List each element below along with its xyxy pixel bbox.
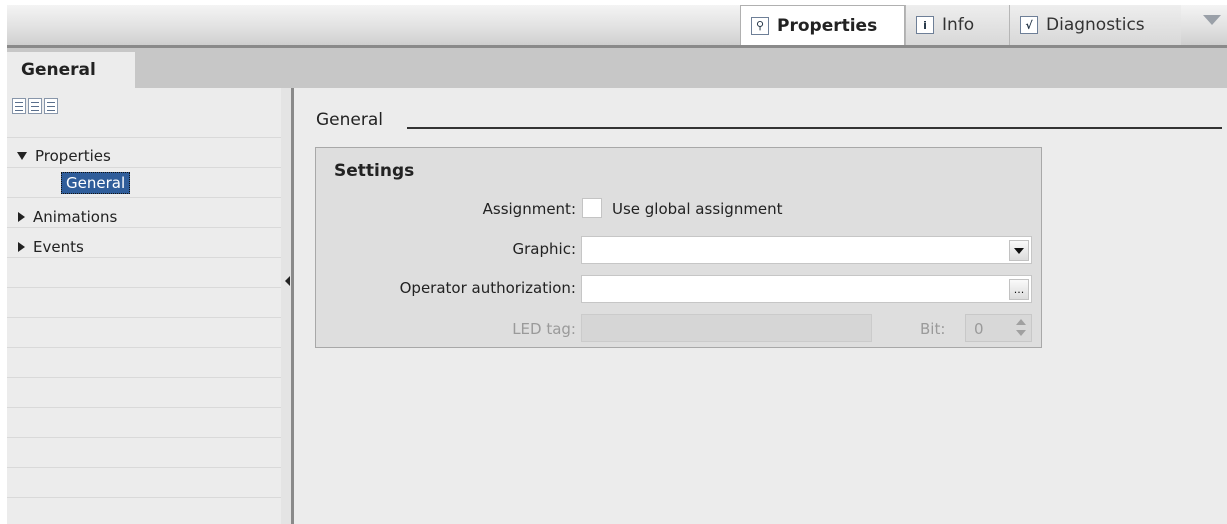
tab-info-label: Info [942,15,975,35]
inspector-tab-bar: ⚲ Properties i Info √ Diagnostics [7,5,1227,48]
nav-row [7,168,281,198]
graphic-dropdown[interactable] [581,236,1032,264]
use-global-assignment-checkbox[interactable] [582,198,602,218]
info-icon: i [916,16,934,34]
assignment-label: Assignment: [482,200,576,218]
properties-inspector-window: ⚲ Properties i Info √ Diagnostics Genera… [7,5,1227,524]
subtab-general[interactable]: General [7,52,135,88]
stepper-up-icon [1016,319,1026,325]
nav-row [7,348,281,378]
tab-info[interactable]: i Info [905,5,1009,45]
expand-down-icon[interactable] [17,152,27,160]
bit-stepper: 0 [965,314,1032,342]
stepper-down-icon [1016,330,1026,336]
splitter-line [291,88,294,524]
section-title: General [316,110,383,130]
tab-properties[interactable]: ⚲ Properties [740,5,905,45]
subtab-bar: General [7,48,1227,88]
chevron-down-icon [1014,247,1024,254]
use-global-assignment-text: Use global assignment [612,200,783,218]
tree-item-properties[interactable]: Properties [17,147,111,165]
stepper-arrows [1015,318,1027,338]
collapse-left-icon[interactable] [285,276,290,286]
nav-row [7,498,281,524]
operator-authorization-browse-button[interactable]: ... [1009,279,1029,300]
tab-properties-label: Properties [777,15,878,36]
tree-item-properties-label: Properties [35,147,111,165]
bit-value: 0 [974,320,984,338]
diagnostics-icon: √ [1020,16,1038,34]
nav-row [7,378,281,408]
led-tag-label: LED tag: [512,320,576,338]
operator-authorization-label: Operator authorization: [399,279,576,297]
ellipsis-icon: ... [1013,283,1025,296]
graphic-dropdown-button[interactable] [1009,240,1029,261]
nav-row [7,288,281,318]
graphic-label: Graphic: [512,240,576,258]
tree-item-animations[interactable]: Animations [18,208,117,226]
nav-row [7,408,281,438]
settings-group: Settings Assignment: Use global assignme… [315,147,1042,348]
expand-right-icon[interactable] [18,212,25,222]
settings-title: Settings [334,161,415,181]
operator-authorization-field[interactable]: ... [581,275,1032,303]
tree-item-events[interactable]: Events [18,238,84,256]
section-divider [407,127,1222,129]
tree-item-general[interactable]: General [61,172,131,194]
led-tag-field [581,314,872,342]
tree-item-events-label: Events [33,238,84,256]
navigation-panel: Properties General Animations Events [7,88,281,524]
nav-row [7,258,281,288]
nav-row-separator [7,110,281,138]
tab-diagnostics-label: Diagnostics [1046,15,1145,35]
tree-item-animations-label: Animations [33,208,118,226]
properties-icon: ⚲ [751,16,769,35]
tab-diagnostics[interactable]: √ Diagnostics [1009,5,1181,45]
nav-row [7,318,281,348]
expand-right-icon[interactable] [18,242,25,252]
bit-label: Bit: [920,320,946,338]
nav-row [7,438,281,468]
nav-row [7,468,281,498]
collapse-panel-icon[interactable] [1203,15,1221,25]
